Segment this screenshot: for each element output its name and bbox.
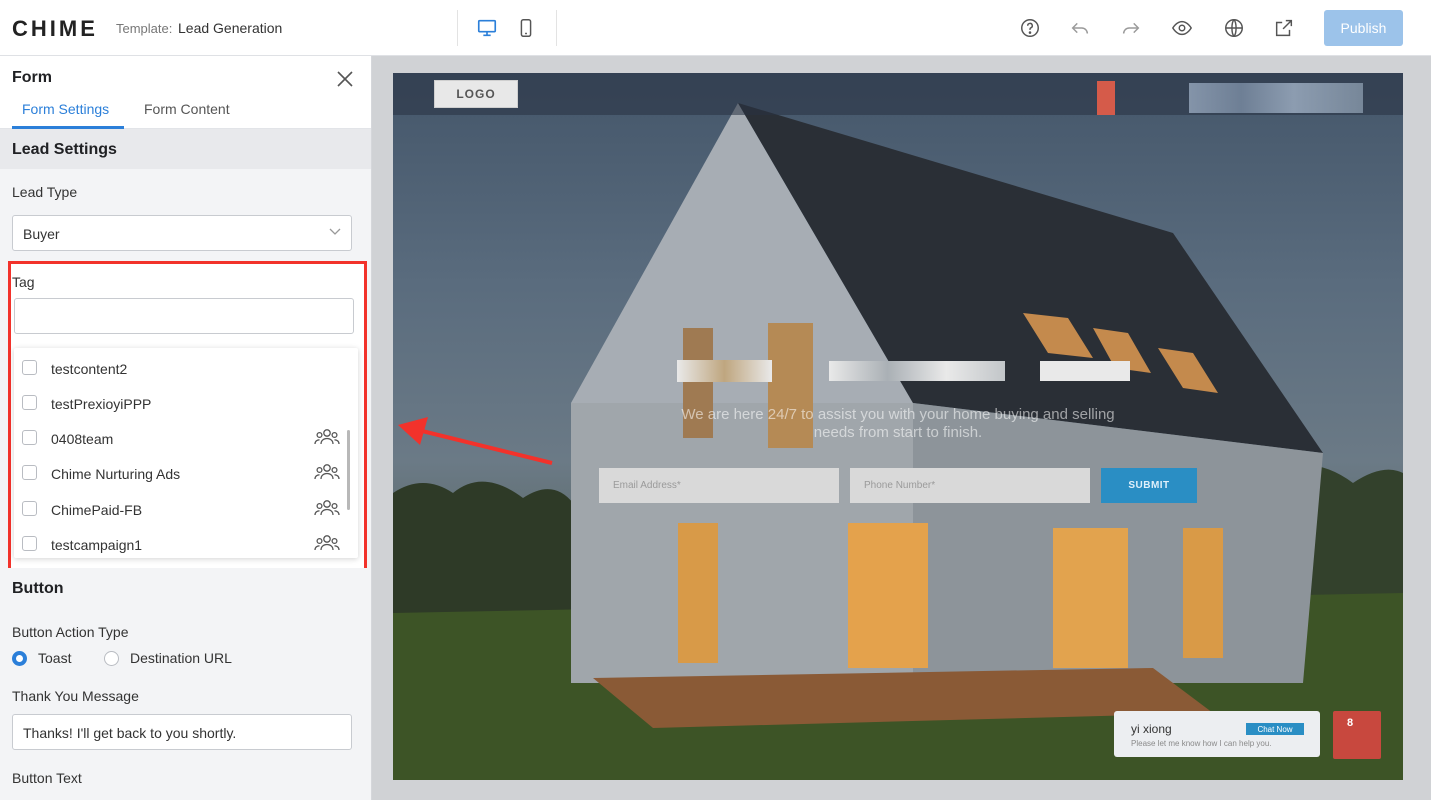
button-heading: Button (0, 568, 371, 608)
group-users-icon (314, 500, 340, 516)
radio-destination-url[interactable] (104, 651, 119, 666)
globe-icon[interactable] (1222, 16, 1246, 40)
button-action-type-label: Button Action Type (12, 624, 129, 640)
pixelated-title (1040, 361, 1130, 381)
submit-button[interactable]: SUBMIT (1101, 468, 1197, 503)
mobile-icon[interactable] (514, 16, 538, 40)
lead-type-label: Lead Type (12, 184, 78, 200)
chat-now-button[interactable]: Chat Now (1246, 723, 1304, 735)
redo-icon[interactable] (1119, 16, 1143, 40)
tag-option[interactable]: 0408team (14, 420, 358, 455)
chat-widget[interactable]: yi xiong Chat Now Please let me know how… (1114, 711, 1320, 757)
preview-eye-icon[interactable] (1170, 16, 1194, 40)
lead-settings-heading: Lead Settings (0, 129, 371, 169)
radio-toast[interactable] (12, 651, 27, 666)
thank-you-label: Thank You Message (12, 688, 139, 704)
tag-option[interactable]: testcontent2 (14, 350, 358, 385)
group-users-icon (314, 429, 340, 445)
radio-destination-url-label: Destination URL (130, 650, 232, 666)
pixelated-title (829, 361, 1005, 381)
help-icon[interactable] (1018, 16, 1042, 40)
undo-icon[interactable] (1068, 16, 1092, 40)
close-icon[interactable] (334, 68, 356, 90)
desktop-icon[interactable] (475, 16, 499, 40)
phone-field[interactable]: Phone Number* (850, 468, 1090, 503)
button-text-label: Button Text (12, 770, 82, 786)
tag-dropdown[interactable]: testcontent2 testPrexioyiPPP 0408team Ch… (14, 348, 358, 558)
tag-option[interactable]: Chime Nurturing Ads (14, 455, 358, 490)
chevron-down-icon (329, 228, 341, 235)
pixelated-block (1097, 81, 1115, 115)
top-bar: CHIME Template: Lead Generation Publish (0, 0, 1431, 56)
tag-label: Tag (12, 274, 35, 290)
email-field[interactable]: Email Address* (599, 468, 839, 503)
pixelated-block (1189, 83, 1363, 113)
tag-option[interactable]: testcampaign1 (14, 526, 358, 558)
panel-title: Form (12, 69, 52, 86)
dropdown-scrollbar[interactable] (347, 430, 350, 510)
radio-toast-label: Toast (38, 650, 72, 666)
tag-input[interactable] (14, 298, 354, 334)
thank-you-input[interactable]: Thanks! I'll get back to you shortly. (12, 714, 352, 750)
checkbox[interactable] (22, 430, 37, 445)
annotation-arrow (398, 417, 553, 465)
pixelated-title (677, 360, 772, 382)
group-users-icon (314, 464, 340, 480)
checkbox[interactable] (22, 536, 37, 551)
tab-form-settings[interactable]: Form Settings (12, 101, 124, 129)
share-icon[interactable] (1272, 16, 1296, 40)
tag-option[interactable]: testPrexioyiPPP (14, 385, 358, 420)
form-settings-panel: Form Form Settings Form Content Lead Set… (0, 56, 372, 800)
chat-agent-name: yi xiong (1131, 722, 1172, 736)
checkbox[interactable] (22, 360, 37, 375)
checkbox[interactable] (22, 501, 37, 516)
template-name: Lead Generation (178, 20, 283, 36)
template-label: Template: (116, 21, 173, 36)
tag-highlight-box: Tag testcontent2 testPrexioyiPPP 0408tea… (8, 261, 367, 573)
lead-type-select[interactable]: Buyer (12, 215, 352, 251)
divider (556, 10, 557, 46)
chat-message: Please let me know how I can help you. (1131, 739, 1272, 748)
chime-logo: CHIME (12, 16, 98, 41)
publish-button[interactable]: Publish (1324, 10, 1403, 46)
tag-option[interactable]: ChimePaid-FB (14, 491, 358, 526)
hero-subtitle: We are here 24/7 to assist you with your… (681, 406, 1115, 441)
chat-avatar[interactable]: 8 (1333, 711, 1381, 759)
lead-type-value: Buyer (23, 226, 60, 242)
group-users-icon (314, 535, 340, 551)
divider (457, 10, 458, 46)
checkbox[interactable] (22, 465, 37, 480)
dropdown-caret (176, 341, 190, 348)
checkbox[interactable] (22, 395, 37, 410)
panel-header: Form Form Settings Form Content (0, 56, 371, 129)
tab-form-content[interactable]: Form Content (144, 101, 230, 129)
chat-badge: 8 (1347, 717, 1354, 729)
preview-logo[interactable]: LOGO (434, 80, 518, 108)
